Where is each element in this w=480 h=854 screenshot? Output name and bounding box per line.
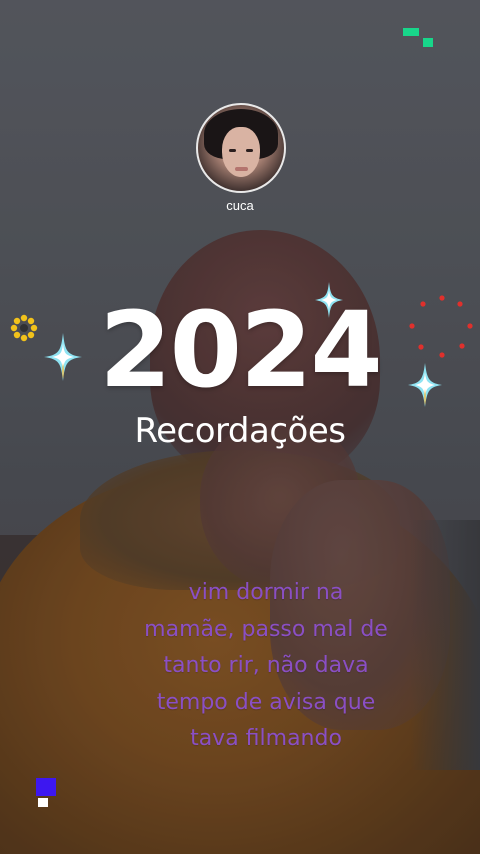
story-caption: vim dormir na mamãe, passo mal de tanto … [110, 575, 422, 758]
caption-line: mamãe, passo mal de [144, 616, 388, 642]
caption-line: vim dormir na [188, 580, 344, 605]
caption-line: tava filmando [190, 726, 342, 751]
story-screen[interactable]: cuca 2024 Recordações vim dormir na mamã… [0, 0, 480, 854]
brand-logo-icon [36, 778, 58, 808]
app-logo-icon [403, 28, 435, 48]
avatar[interactable] [196, 103, 286, 193]
username-label[interactable]: cuca [0, 198, 480, 213]
caption-line: tanto rir, não dava [163, 653, 369, 678]
year-title: 2024 [99, 289, 382, 411]
memories-subtitle: Recordações [134, 411, 346, 451]
caption-line: tempo de avisa que [156, 689, 376, 715]
